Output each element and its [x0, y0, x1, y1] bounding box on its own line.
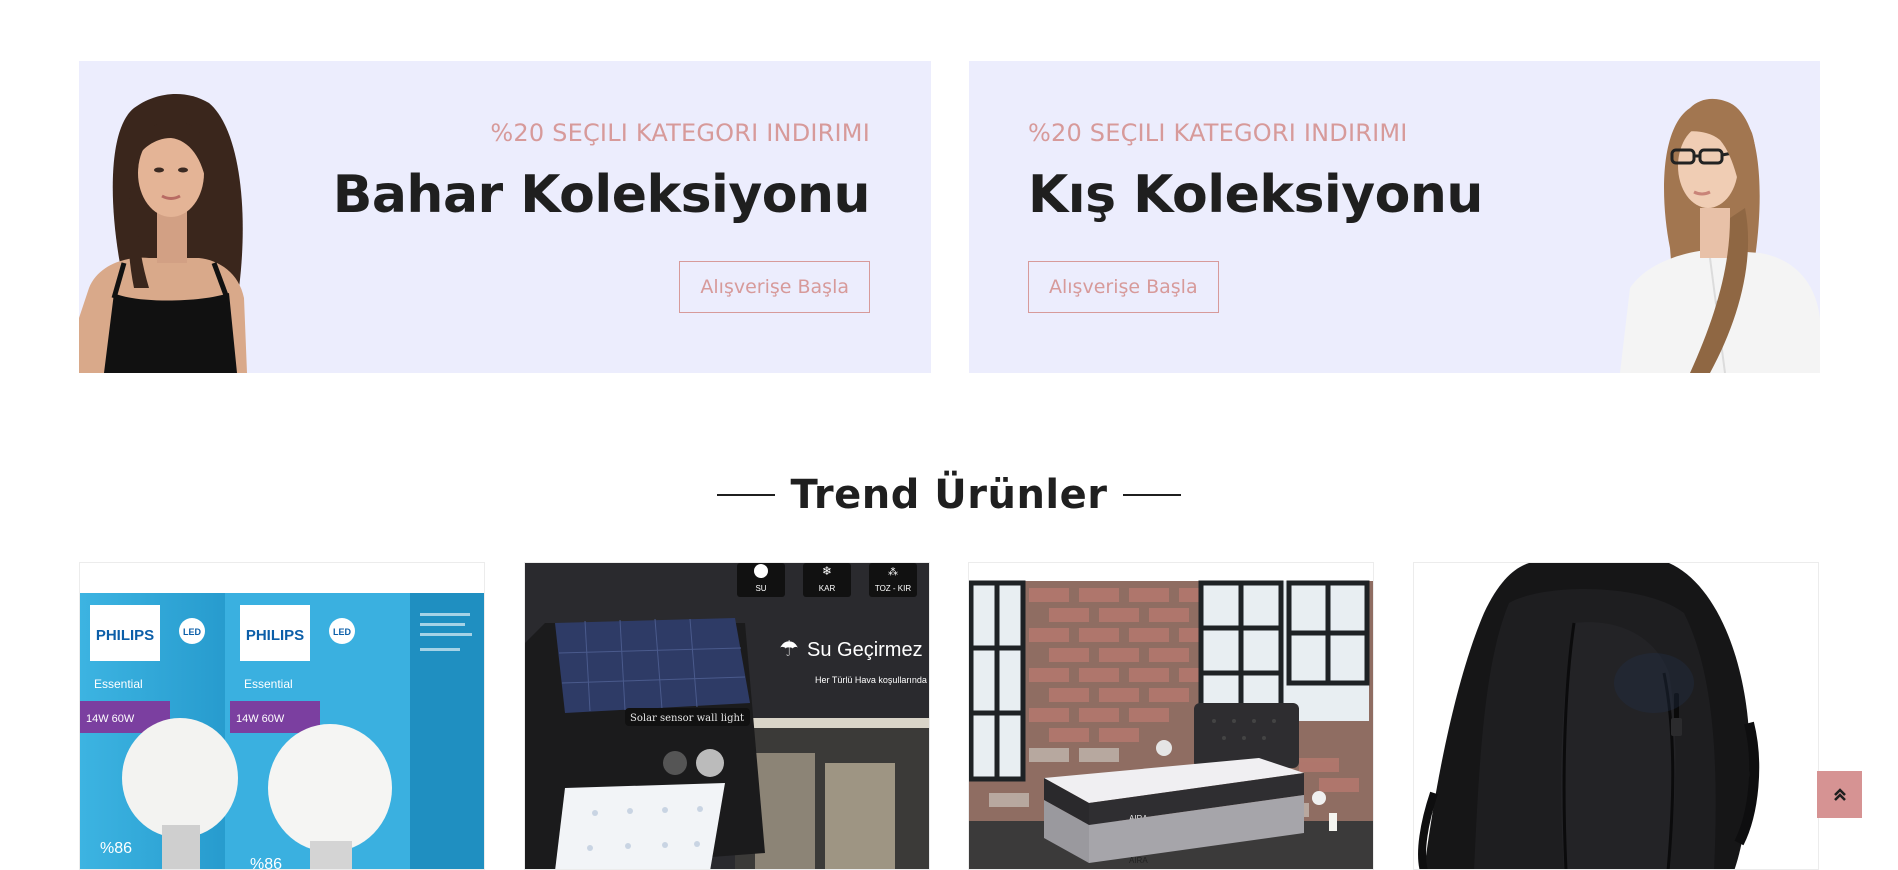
- product-card[interactable]: ❄ ⁂ SU KAR TOZ - KIR ☂ Su Geçirmez Her T…: [524, 562, 930, 870]
- percent-text: %86: [100, 840, 132, 857]
- product-card[interactable]: PHILIPS PHILIPS LED LED Essential Essent…: [79, 562, 485, 870]
- start-shopping-button[interactable]: Alışverişe Başla: [679, 261, 870, 313]
- page: %20 SEÇILI KATEGORI INDIRIMI Bahar Kolek…: [0, 0, 1898, 870]
- banner-spring-collection[interactable]: %20 SEÇILI KATEGORI INDIRIMI Bahar Kolek…: [79, 61, 931, 373]
- banner-discount-subtitle: %20 SEÇILI KATEGORI INDIRIMI: [1028, 119, 1408, 147]
- product-card[interactable]: AIRA AIRA: [968, 562, 1374, 870]
- scroll-to-top-button[interactable]: [1817, 771, 1862, 818]
- product-image-philips-led[interactable]: PHILIPS PHILIPS LED LED Essential Essent…: [80, 563, 484, 870]
- start-shopping-button[interactable]: Alışverişe Başla: [1028, 261, 1219, 313]
- product-image-black-backpack[interactable]: [1414, 563, 1818, 870]
- product-card[interactable]: [1413, 562, 1819, 870]
- heading-divider-left: [717, 494, 776, 496]
- weather-label: KAR: [819, 584, 836, 593]
- heading-divider-right: [1122, 494, 1181, 496]
- watt-text: 14W 60W: [86, 713, 135, 725]
- waterproof-text: Su Geçirmez: [807, 639, 923, 661]
- banner-title: Bahar Koleksiyonu: [332, 165, 871, 225]
- product-image-solar-wall-light[interactable]: ❄ ⁂ SU KAR TOZ - KIR ☂ Su Geçirmez Her T…: [525, 563, 929, 870]
- product-image-single-bed[interactable]: AIRA AIRA: [969, 563, 1373, 870]
- svg-text:☂: ☂: [779, 637, 799, 662]
- mattress-brand: AIRA: [1129, 856, 1148, 865]
- watt-text: 14W 60W: [236, 713, 285, 725]
- sub-text: Essential: [244, 677, 293, 691]
- banner-discount-subtitle: %20 SEÇILI KATEGORI INDIRIMI: [490, 119, 870, 147]
- weather-label: SU: [755, 584, 766, 593]
- section-heading: Trend Ürünler: [0, 472, 1898, 518]
- brand-text: PHILIPS: [96, 627, 154, 644]
- led-badge: LED: [333, 627, 352, 637]
- double-chevron-up-icon: [1833, 787, 1846, 801]
- weather-label: TOZ - KIR: [875, 584, 912, 593]
- led-badge: LED: [183, 627, 202, 637]
- waterproof-subtext: Her Türlü Hava koşullarında Şekilde Çalı…: [815, 675, 929, 685]
- sub-text: Essential: [94, 677, 143, 691]
- brand-text: PHILIPS: [246, 627, 304, 644]
- model-woman-white-cardigan-image: [1620, 98, 1820, 373]
- svg-text:❄: ❄: [822, 564, 832, 578]
- section-title: Trend Ürünler: [790, 472, 1108, 518]
- model-woman-black-top-image: [79, 93, 247, 373]
- svg-text:⁂: ⁂: [888, 566, 898, 578]
- device-label: Solar sensor wall light: [630, 713, 744, 724]
- banner-winter-collection[interactable]: %20 SEÇILI KATEGORI INDIRIMI Kış Koleksi…: [969, 61, 1820, 373]
- percent-text: %86: [250, 856, 282, 870]
- banner-title: Kış Koleksiyonu: [1028, 165, 1483, 225]
